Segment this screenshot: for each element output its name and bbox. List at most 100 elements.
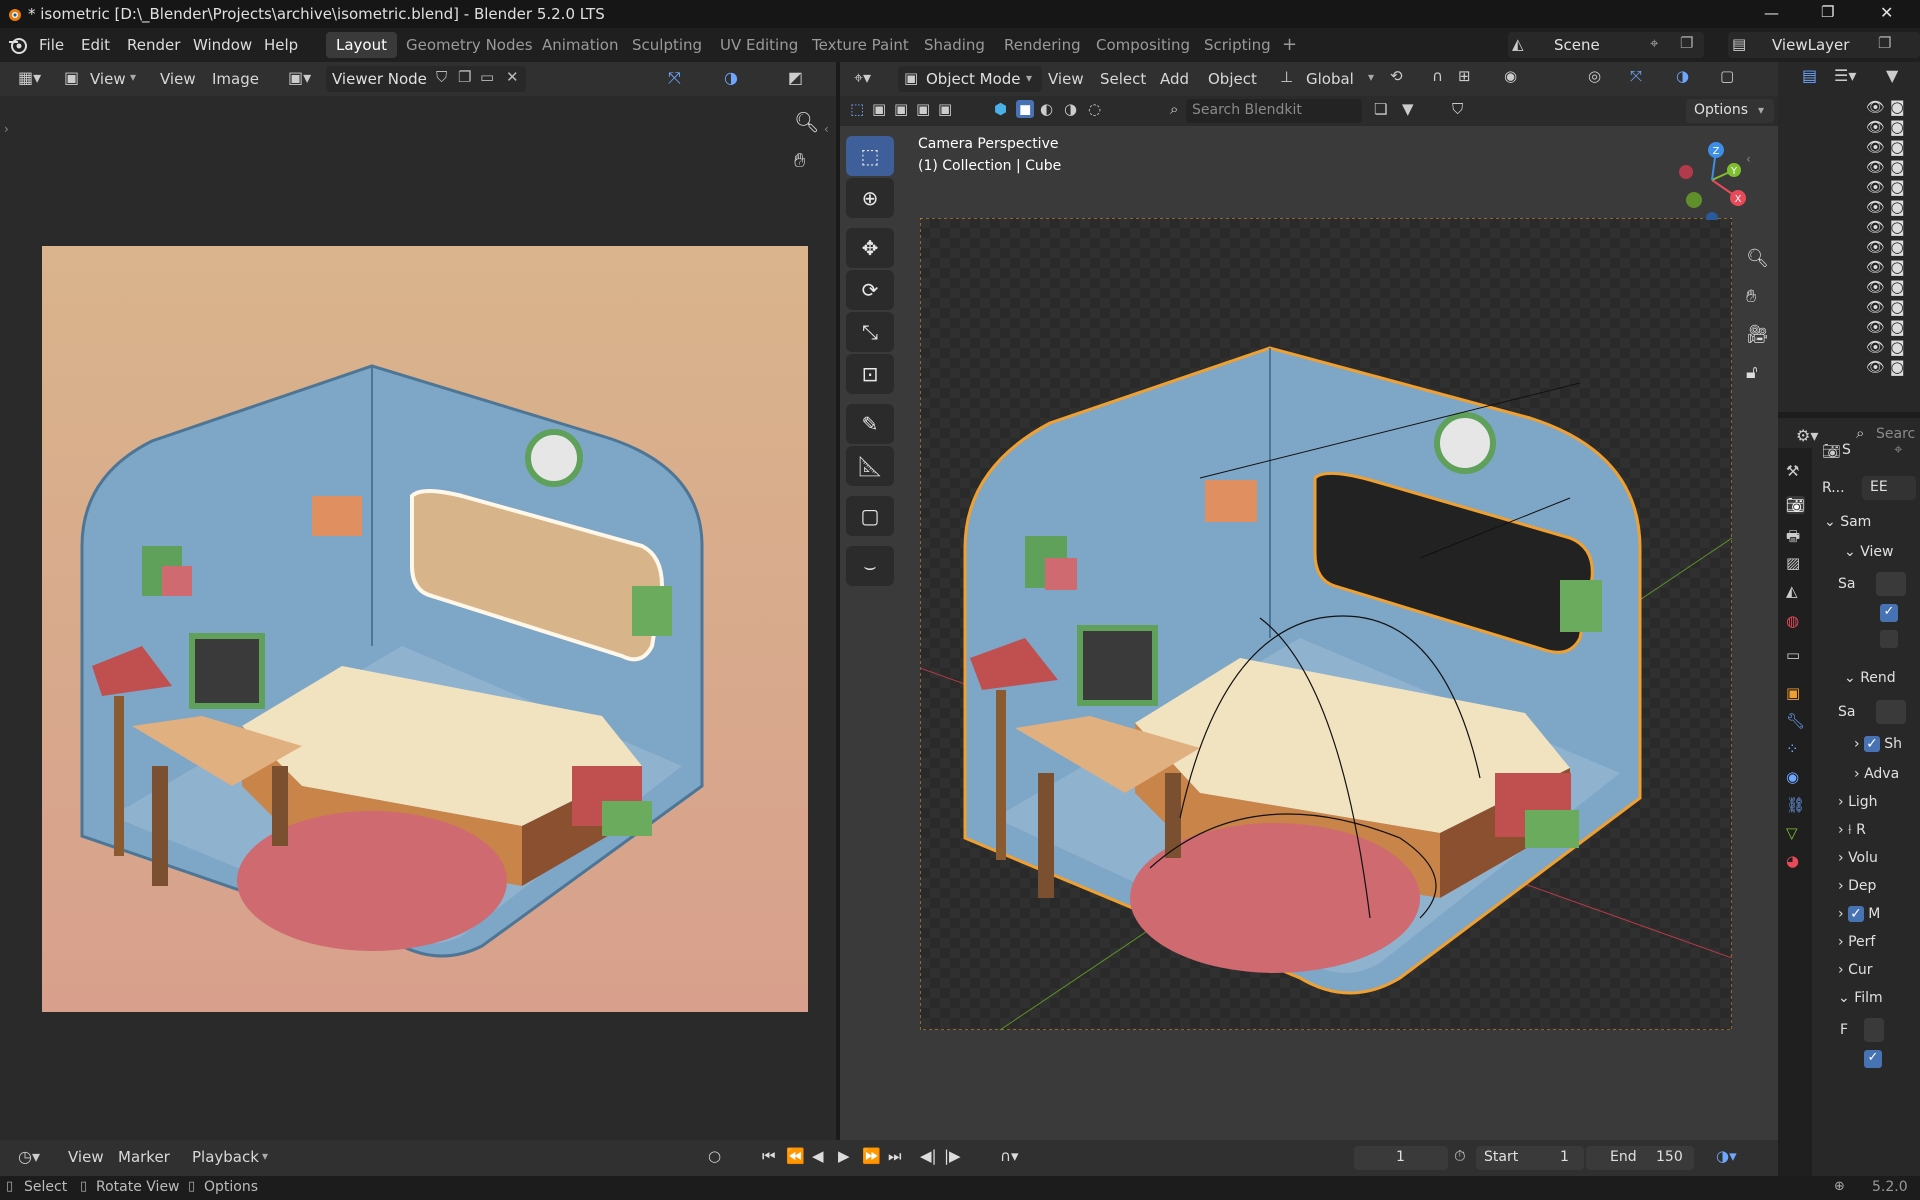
jump-start-icon[interactable]: ⏮	[762, 1147, 776, 1165]
overlay-icon[interactable]: ◑	[724, 68, 738, 87]
proportional-edit-icon[interactable]: ◉	[1504, 67, 1517, 85]
duplicate-icon[interactable]: ❐	[458, 68, 471, 86]
section-raytracing[interactable]: › ⟊ R	[1838, 822, 1866, 838]
image-mode-icon[interactable]: ▣	[64, 68, 79, 87]
rotate-tool[interactable]: ⟳	[846, 270, 894, 310]
editor-type-3d-icon[interactable]: ⌖▾	[854, 68, 871, 88]
wire-icon[interactable]: ◌	[1088, 100, 1101, 118]
cursor-tool[interactable]: ⊕	[846, 178, 894, 218]
play-icon[interactable]: ▶	[838, 1147, 850, 1165]
snap-magnet-icon[interactable]: ∩	[1432, 67, 1443, 85]
render-camera-icon[interactable]: ◙	[1890, 138, 1905, 156]
minimize-button[interactable]: —	[1764, 4, 1779, 22]
filter-icon[interactable]: ▼	[1886, 66, 1898, 85]
collection-tab-icon[interactable]: ▭	[1786, 646, 1800, 664]
snap-increment-icon[interactable]: ⊞	[1458, 67, 1471, 85]
shield-icon[interactable]: ⛉	[1452, 100, 1463, 118]
menu-image[interactable]: Image	[212, 70, 259, 88]
section-motion-blur[interactable]: › ✓ M	[1838, 906, 1880, 922]
render-shading-icon[interactable]: ◑	[1064, 100, 1077, 118]
overlay-icon[interactable]: ◑▾	[1716, 1147, 1737, 1165]
select-tool[interactable]: ⬚	[846, 136, 894, 176]
pin-icon[interactable]: ⌖	[1894, 440, 1902, 458]
render-camera-icon[interactable]: ◙	[1890, 118, 1905, 136]
render-tab-icon[interactable]: 📷︎	[1786, 496, 1806, 514]
navigation-gizmo[interactable]: X Y Z	[1672, 140, 1752, 220]
lasso-tool[interactable]: ⌣	[846, 546, 894, 586]
timeline-menu-marker[interactable]: Marker	[118, 1148, 170, 1166]
pivot-icon[interactable]: ⟲	[1390, 67, 1403, 85]
add-cube-tool[interactable]: ▢	[846, 496, 894, 536]
visibility-eye-icon[interactable]: 👁︎	[1866, 258, 1885, 276]
visibility-eye-icon[interactable]: 👁︎	[1866, 338, 1885, 356]
render-camera-icon[interactable]: ◙	[1890, 198, 1905, 216]
tab-layout[interactable]: Layout	[326, 32, 397, 58]
visibility-eye-icon[interactable]: 👁︎	[1866, 238, 1885, 256]
render-camera-icon[interactable]: ◙	[1890, 298, 1905, 316]
sidebar-toggle-icon[interactable]: ‹	[1746, 152, 1751, 166]
render-engine-dropdown[interactable]: EE	[1862, 476, 1916, 500]
overlays-icon[interactable]: ◑	[1676, 67, 1689, 85]
render-camera-icon[interactable]: ◙	[1890, 238, 1905, 256]
orientation-dropdown[interactable]: Global	[1306, 70, 1354, 88]
world-tab-icon[interactable]: ◍	[1786, 612, 1799, 630]
visibility-eye-icon[interactable]: 👁︎	[1866, 138, 1885, 156]
prev-keyframe-icon[interactable]: ⏪	[786, 1147, 805, 1165]
viewport-samples-field[interactable]	[1876, 572, 1906, 596]
lock-icon[interactable]: 🔓︎	[1746, 362, 1758, 383]
tab-rendering[interactable]: Rendering	[994, 32, 1091, 58]
filter-icon[interactable]: ▼	[1402, 100, 1414, 118]
menu-view[interactable]: View	[160, 70, 196, 88]
transform-tool[interactable]: ⊡	[846, 354, 894, 394]
maximize-button[interactable]: ❐	[1821, 3, 1834, 21]
collapse-icon[interactable]: ‹	[824, 122, 829, 136]
render-camera-icon[interactable]: ◙	[1890, 258, 1905, 276]
gizmo-icon[interactable]: ⤧	[1630, 67, 1642, 85]
visibility-eye-icon[interactable]: 👁︎	[1866, 298, 1885, 316]
render-camera-icon[interactable]: ◙	[1890, 338, 1905, 356]
menu-select[interactable]: Select	[1100, 70, 1146, 88]
scene-tab-icon[interactable]: ◭	[1786, 582, 1798, 600]
section-advanced[interactable]: › Adva	[1854, 766, 1899, 782]
next-frame-icon[interactable]: |▶	[944, 1147, 961, 1165]
tab-animation[interactable]: Animation	[532, 32, 628, 58]
render-samples-field[interactable]	[1876, 700, 1906, 724]
end-frame-field[interactable]: End 150	[1586, 1146, 1694, 1170]
render-camera-icon[interactable]: ◙	[1890, 218, 1905, 236]
render-camera-icon[interactable]: ◙	[1890, 178, 1905, 196]
section-viewport[interactable]: ⌄ View	[1844, 544, 1893, 560]
select-subtract-icon[interactable]: ▣	[916, 100, 930, 118]
visibility-eye-icon[interactable]: 👁︎	[1866, 158, 1885, 176]
play-reverse-icon[interactable]: ◀	[812, 1147, 824, 1165]
section-shadows[interactable]: › ✓ Sh	[1854, 736, 1902, 752]
tab-uv-editing[interactable]: UV Editing	[710, 32, 808, 58]
xray-icon[interactable]: ▢	[1720, 67, 1734, 85]
blendkit-icon[interactable]: ⬢	[994, 100, 1007, 118]
properties-editor-icon[interactable]: ⚙▾	[1796, 426, 1818, 445]
view-layer-tab-icon[interactable]: ▨	[1786, 554, 1800, 572]
solid-shading-icon[interactable]: ◼	[1016, 100, 1035, 118]
data-tab-icon[interactable]: ▽	[1786, 824, 1798, 842]
next-keyframe-icon[interactable]: ⏩	[862, 1147, 881, 1165]
constraints-tab-icon[interactable]: ⛓	[1786, 796, 1805, 814]
particles-tab-icon[interactable]: ⁘	[1786, 740, 1799, 758]
timeline-menu-playback[interactable]: Playback	[192, 1148, 259, 1166]
zoom-icon[interactable]: 🔍︎	[794, 110, 819, 134]
open-folder-icon[interactable]: ▭	[480, 68, 494, 86]
pan-hand-icon[interactable]: ✋︎	[1746, 286, 1756, 307]
blender-menu-icon[interactable]	[8, 36, 28, 54]
physics-tab-icon[interactable]: ◉	[1786, 768, 1799, 786]
section-light[interactable]: › Ligh	[1838, 794, 1878, 810]
new-scene-icon[interactable]: ❐	[1680, 34, 1693, 52]
record-icon[interactable]: ○	[708, 1147, 721, 1165]
visibility-eye-icon[interactable]: 👁︎	[1866, 278, 1885, 296]
outliner-editor-icon[interactable]: ▤	[1802, 66, 1817, 85]
output-tab-icon[interactable]: 🖶︎	[1786, 526, 1800, 551]
new-view-layer-icon[interactable]: ❐	[1878, 34, 1891, 52]
render-camera-icon[interactable]: ◙	[1890, 158, 1905, 176]
visibility-eye-icon[interactable]: 👁︎	[1866, 98, 1885, 116]
tab-texture-paint[interactable]: Texture Paint	[802, 32, 919, 58]
section-performance[interactable]: › Perf	[1838, 934, 1875, 950]
timeline-editor-icon[interactable]: ◷▾	[18, 1147, 40, 1166]
section-depth-of-field[interactable]: › Dep	[1838, 878, 1876, 894]
